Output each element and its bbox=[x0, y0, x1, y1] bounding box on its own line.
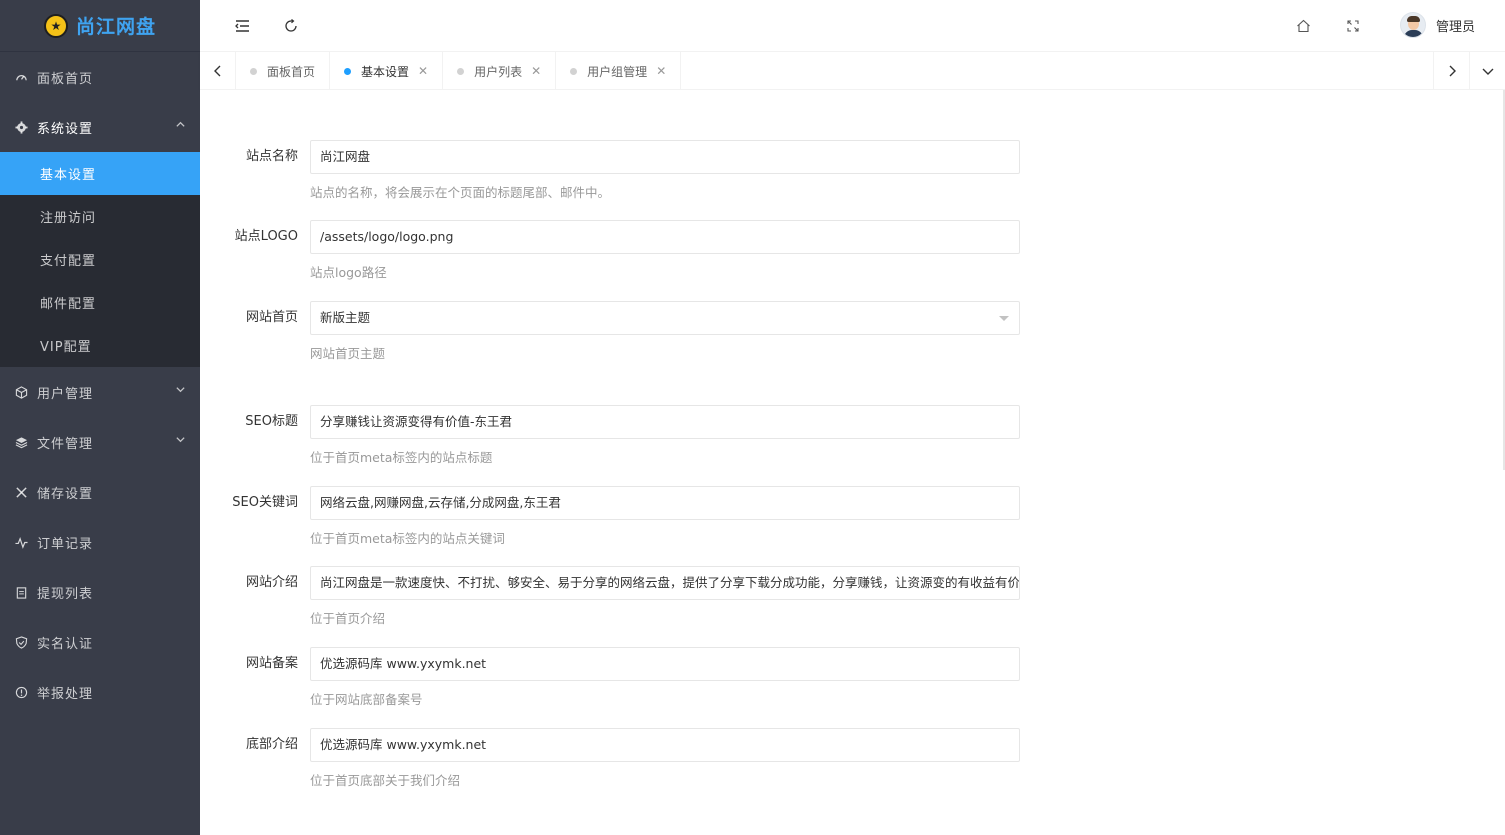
user-name: 管理员 bbox=[1435, 19, 1475, 35]
sidebar: ★ 尚江网盘 面板首页 系统设置 基本设置 注册访问 支付配置 邮件配置 VIP… bbox=[0, 0, 200, 835]
footer-intro-input[interactable]: 优选源码库 www.yxymk.net bbox=[310, 728, 1020, 762]
sidebar-item-label: 订单记录 bbox=[37, 536, 94, 552]
sidebar-item-dashboard[interactable]: 面板首页 bbox=[0, 52, 200, 102]
field-hint: 网站首页主题 bbox=[310, 346, 386, 361]
tab-dashboard[interactable]: 面板首页 bbox=[236, 52, 331, 90]
tab-label: 用户组管理 bbox=[587, 64, 648, 79]
sidebar-item-label: 用户管理 bbox=[37, 386, 94, 402]
tab-basic-settings[interactable]: 基本设置 ✕ bbox=[330, 52, 444, 90]
field-hint: 位于首页底部关于我们介绍 bbox=[310, 773, 461, 788]
tab-status-dot bbox=[457, 67, 465, 75]
select-value: 新版主题 bbox=[320, 310, 371, 325]
sidebar-item-label: 实名认证 bbox=[37, 636, 94, 652]
field-hint: 站点logo路径 bbox=[310, 265, 387, 280]
close-icon[interactable]: ✕ bbox=[656, 64, 666, 78]
chevron-up-icon bbox=[175, 119, 186, 133]
tab-user-group-management[interactable]: 用户组管理 ✕ bbox=[556, 52, 682, 90]
field-hint: 站点的名称，将会展示在个页面的标题尾部、邮件中。 bbox=[310, 185, 611, 200]
sidebar-item-label: 举报处理 bbox=[37, 686, 94, 702]
settings-form: 站点名称 尚江网盘 站点的名称，将会展示在个页面的标题尾部、邮件中。 站点LOG… bbox=[200, 90, 1505, 835]
field-hint: 位于首页meta标签内的站点标题 bbox=[310, 450, 493, 465]
sidebar-item-withdraw-list[interactable]: 提现列表 bbox=[0, 567, 200, 617]
caret-down-icon bbox=[999, 316, 1009, 321]
tools-icon bbox=[14, 485, 28, 499]
sidebar-item-label: 文件管理 bbox=[37, 436, 94, 452]
field-label: 网站备案 bbox=[245, 656, 298, 671]
tab-status-dot bbox=[250, 67, 257, 75]
brand-name: 尚江网盘 bbox=[75, 16, 156, 38]
field-label: 底部介绍 bbox=[245, 737, 298, 752]
close-icon[interactable]: ✕ bbox=[418, 64, 428, 78]
avatar bbox=[1399, 12, 1426, 38]
tabs-scroll-right-icon[interactable] bbox=[1433, 52, 1469, 90]
field-label: 站点名称 bbox=[245, 149, 298, 164]
mascot-logo-icon: ★ bbox=[43, 13, 68, 38]
seo-keywords-input[interactable]: 网络云盘,网赚网盘,云存储,分成网盘,东王君 bbox=[310, 486, 1020, 520]
menu-fold-icon[interactable] bbox=[230, 14, 254, 38]
field-label: SEO关键词 bbox=[232, 495, 298, 510]
sidebar-item-label: 储存设置 bbox=[37, 486, 94, 502]
chevron-down-icon bbox=[175, 434, 186, 448]
pulse-icon bbox=[14, 535, 28, 549]
sidebar-item-storage-settings[interactable]: 储存设置 bbox=[0, 467, 200, 517]
top-header: 管理员 bbox=[200, 0, 1505, 52]
tab-user-list[interactable]: 用户列表 ✕ bbox=[443, 52, 557, 90]
refresh-icon[interactable] bbox=[279, 14, 303, 38]
sidebar-item-label: 系统设置 bbox=[37, 121, 94, 137]
tab-list: 面板首页 基本设置 ✕ 用户列表 ✕ 用户组管理 ✕ bbox=[236, 52, 682, 90]
chevron-down-icon bbox=[175, 384, 186, 398]
site-intro-input[interactable]: 尚江网盘是一款速度快、不打扰、够安全、易于分享的网络云盘，提供了分享下载分成功能… bbox=[310, 566, 1020, 600]
sidebar-item-real-name-auth[interactable]: 实名认证 bbox=[0, 617, 200, 667]
tab-status-dot bbox=[570, 67, 578, 75]
sidebar-item-email-config[interactable]: 邮件配置 bbox=[0, 281, 200, 324]
layers-icon bbox=[14, 435, 28, 449]
fullscreen-icon[interactable] bbox=[1341, 14, 1365, 38]
dashboard-icon bbox=[14, 70, 28, 84]
sidebar-item-basic-settings[interactable]: 基本设置 bbox=[0, 152, 200, 195]
field-hint: 位于首页meta标签内的站点关键词 bbox=[310, 531, 505, 546]
tabs-menu-chevron-down-icon[interactable] bbox=[1469, 52, 1505, 90]
sidebar-item-register-access[interactable]: 注册访问 bbox=[0, 195, 200, 238]
tab-label: 基本设置 bbox=[361, 64, 410, 79]
sidebar-item-order-records[interactable]: 订单记录 bbox=[0, 517, 200, 567]
shield-icon bbox=[14, 635, 28, 649]
alert-icon bbox=[14, 685, 28, 699]
sidebar-item-user-management[interactable]: 用户管理 bbox=[0, 367, 200, 417]
field-label: 网站首页 bbox=[245, 310, 298, 325]
field-label: SEO标题 bbox=[245, 414, 298, 429]
sidebar-item-vip-config[interactable]: VIP配置 bbox=[0, 324, 200, 367]
sidebar-item-system-settings[interactable]: 系统设置 bbox=[0, 102, 200, 152]
sidebar-item-label: 提现列表 bbox=[37, 586, 94, 602]
cube-icon bbox=[14, 385, 28, 399]
field-hint: 位于网站底部备案号 bbox=[310, 692, 423, 707]
field-hint: 位于首页介绍 bbox=[310, 611, 386, 626]
system-settings-submenu: 基本设置 注册访问 支付配置 邮件配置 VIP配置 bbox=[0, 152, 200, 367]
field-label: 站点LOGO bbox=[234, 229, 298, 244]
seo-title-input[interactable]: 分享赚钱让资源变得有价值-东王君 bbox=[310, 405, 1020, 439]
tab-label: 用户列表 bbox=[474, 64, 523, 79]
home-icon[interactable] bbox=[1291, 14, 1315, 38]
tab-status-dot bbox=[344, 67, 352, 75]
clipboard-icon bbox=[14, 585, 28, 599]
sidebar-item-report-handling[interactable]: 举报处理 bbox=[0, 667, 200, 717]
user-menu[interactable]: 管理员 bbox=[1399, 12, 1475, 38]
sidebar-item-file-management[interactable]: 文件管理 bbox=[0, 417, 200, 467]
close-icon[interactable]: ✕ bbox=[531, 64, 541, 78]
brand-logo[interactable]: ★ 尚江网盘 bbox=[0, 0, 200, 52]
homepage-theme-select[interactable]: 新版主题 bbox=[310, 301, 1020, 335]
tabs-bar: 面板首页 基本设置 ✕ 用户列表 ✕ 用户组管理 ✕ bbox=[200, 52, 1505, 90]
gear-icon bbox=[14, 120, 28, 134]
site-icp-input[interactable]: 优选源码库 www.yxymk.net bbox=[310, 647, 1020, 681]
sidebar-item-label: 面板首页 bbox=[37, 71, 94, 87]
sidebar-item-payment-config[interactable]: 支付配置 bbox=[0, 238, 200, 281]
site-logo-input[interactable]: /assets/logo/logo.png bbox=[310, 220, 1020, 254]
tabs-scroll-left-icon[interactable] bbox=[200, 52, 236, 90]
field-label: 网站介绍 bbox=[245, 575, 298, 590]
site-name-input[interactable]: 尚江网盘 bbox=[310, 140, 1020, 174]
tab-label: 面板首页 bbox=[267, 64, 316, 79]
